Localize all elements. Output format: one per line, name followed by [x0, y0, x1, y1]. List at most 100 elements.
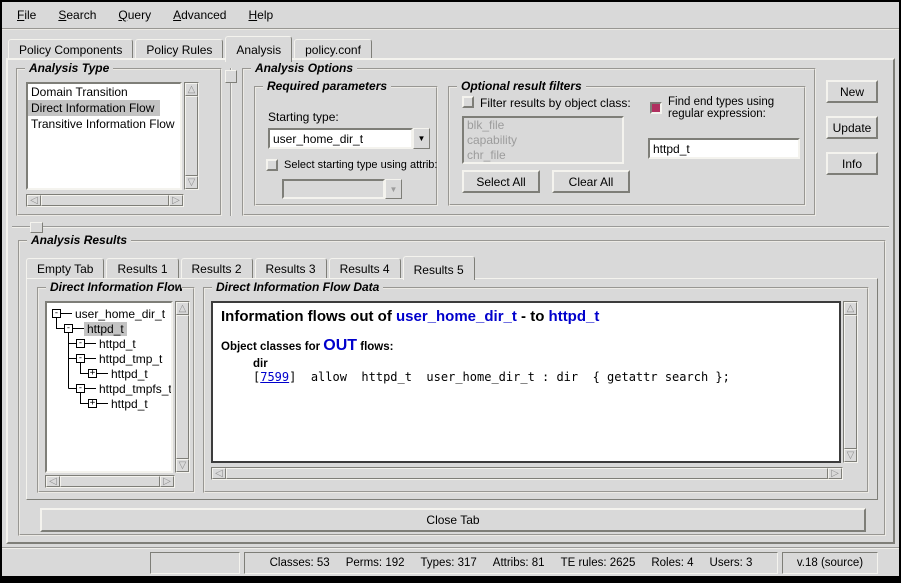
- object-class-checkbox[interactable]: [462, 96, 474, 108]
- collapse-icon[interactable]: -: [64, 324, 73, 333]
- regex-input[interactable]: [648, 138, 800, 159]
- list-item-selected[interactable]: Direct Information Flow: [28, 100, 160, 116]
- scroll-right-icon[interactable]: ▷: [169, 195, 183, 206]
- tree-node[interactable]: - httpd_t: [76, 336, 139, 351]
- vertical-sash-handle[interactable]: [225, 70, 237, 83]
- menu-advanced[interactable]: Advanced: [162, 3, 237, 27]
- select-all-button[interactable]: Select All: [462, 170, 540, 193]
- status-empty-box: [150, 552, 240, 574]
- scrollbar-thumb[interactable]: [226, 468, 828, 479]
- rule-number-link[interactable]: 7599: [260, 370, 289, 384]
- regex-checkbox[interactable]: [650, 102, 662, 114]
- starting-type-combobox[interactable]: ▼: [268, 128, 430, 149]
- scroll-left-icon[interactable]: ◁: [46, 476, 60, 487]
- analysis-type-group: Analysis Type Domain Transition Direct I…: [16, 68, 222, 216]
- scroll-left-icon[interactable]: ◁: [27, 195, 41, 206]
- scrollbar-thumb[interactable]: [60, 476, 160, 487]
- info-button[interactable]: Info: [826, 152, 878, 175]
- scroll-left-icon[interactable]: ◁: [212, 468, 226, 479]
- tab-policy-conf[interactable]: policy.conf: [294, 39, 372, 60]
- analysis-type-list[interactable]: Domain Transition Direct Information Flo…: [26, 82, 182, 190]
- required-parameters-group: Required parameters Starting type: ▼ Sel…: [254, 86, 438, 206]
- list-item[interactable]: Transitive Information Flow: [28, 116, 180, 132]
- close-tab-button[interactable]: Close Tab: [40, 508, 866, 532]
- scroll-down-icon[interactable]: ▽: [844, 449, 857, 462]
- vertical-sash[interactable]: [230, 68, 232, 216]
- scroll-up-icon[interactable]: △: [844, 302, 857, 315]
- flow-data-text[interactable]: Information flows out of user_home_dir_t…: [211, 301, 841, 463]
- status-version: v.18 (source): [782, 552, 878, 574]
- tree-vscrollbar[interactable]: △ ▽: [175, 301, 190, 473]
- scrollbar-thumb[interactable]: [185, 96, 198, 176]
- list-item[interactable]: Domain Transition: [28, 84, 180, 100]
- attrib-combobox[interactable]: ▼: [282, 179, 402, 199]
- out-direction: OUT: [323, 337, 357, 354]
- tree-node[interactable]: - httpd_tmp_t: [76, 351, 165, 366]
- tree-node-label[interactable]: httpd_tmp_t: [96, 352, 165, 366]
- starting-type-value[interactable]: [268, 128, 413, 149]
- attrib-combobox-value[interactable]: [282, 179, 385, 199]
- tree-hscrollbar[interactable]: ◁ ▷: [45, 475, 175, 488]
- stat-users: Users: 3: [710, 557, 753, 569]
- tree-node-label[interactable]: user_home_dir_t: [72, 307, 168, 321]
- tab-policy-rules[interactable]: Policy Rules: [135, 39, 223, 60]
- scrollbar-thumb[interactable]: [844, 315, 857, 449]
- chevron-down-icon[interactable]: ▼: [413, 128, 430, 149]
- tree-line: [73, 328, 84, 329]
- tree-node[interactable]: - httpd_tmpfs_t: [76, 381, 173, 396]
- horizontal-sash-handle[interactable]: [30, 222, 43, 233]
- flow-data-vscrollbar[interactable]: △ ▽: [843, 301, 858, 463]
- menu-help[interactable]: Help: [237, 3, 284, 27]
- analysis-type-vscrollbar[interactable]: △ ▽: [184, 82, 199, 190]
- update-button[interactable]: Update: [826, 116, 878, 139]
- object-class-checkbox-label: Filter results by object class:: [480, 96, 631, 110]
- tree-line: [85, 388, 96, 389]
- tree-node-label[interactable]: httpd_t: [108, 367, 151, 381]
- clear-all-button[interactable]: Clear All: [552, 170, 630, 193]
- scroll-right-icon[interactable]: ▷: [160, 476, 174, 487]
- expand-icon[interactable]: +: [88, 399, 97, 408]
- new-button[interactable]: New: [826, 80, 878, 103]
- scroll-down-icon[interactable]: ▽: [185, 176, 198, 189]
- collapse-icon[interactable]: -: [76, 354, 85, 363]
- tab-empty[interactable]: Empty Tab: [26, 258, 104, 278]
- attrib-checkbox[interactable]: [266, 159, 278, 171]
- scroll-up-icon[interactable]: △: [185, 83, 198, 96]
- tree-node[interactable]: + httpd_t: [88, 396, 151, 411]
- collapse-icon[interactable]: -: [76, 339, 85, 348]
- tab-results-2[interactable]: Results 2: [181, 258, 253, 278]
- chevron-down-icon[interactable]: ▼: [385, 179, 402, 199]
- menu-file[interactable]: File: [6, 3, 47, 27]
- tab-results-3[interactable]: Results 3: [255, 258, 327, 278]
- flow-tree[interactable]: - user_home_dir_t - httpd_t - htt: [45, 301, 173, 473]
- scroll-up-icon[interactable]: △: [176, 302, 189, 315]
- tree-node-label-selected[interactable]: httpd_t: [84, 322, 127, 336]
- expand-icon[interactable]: +: [88, 369, 97, 378]
- object-classes-heading: Object classes for OUT flows:: [221, 337, 831, 355]
- menu-query[interactable]: Query: [107, 3, 162, 27]
- tree-node[interactable]: - httpd_t: [64, 321, 127, 336]
- scroll-down-icon[interactable]: ▽: [176, 459, 189, 472]
- collapse-icon[interactable]: -: [76, 384, 85, 393]
- horizontal-sash[interactable]: [12, 226, 889, 228]
- tree-node[interactable]: + httpd_t: [88, 366, 151, 381]
- collapse-icon[interactable]: -: [52, 309, 61, 318]
- tree-node-label[interactable]: httpd_t: [96, 337, 139, 351]
- scrollbar-thumb[interactable]: [41, 195, 169, 206]
- list-item: blk_file: [464, 118, 622, 133]
- tab-results-5[interactable]: Results 5: [403, 256, 475, 280]
- tree-node[interactable]: - user_home_dir_t: [52, 306, 168, 321]
- tree-node-label[interactable]: httpd_tmpfs_t: [96, 382, 173, 396]
- tab-analysis[interactable]: Analysis: [225, 36, 292, 62]
- tab-policy-components[interactable]: Policy Components: [8, 39, 133, 60]
- analysis-type-hscrollbar[interactable]: ◁ ▷: [26, 194, 184, 207]
- scrollbar-thumb[interactable]: [176, 315, 189, 459]
- scroll-right-icon[interactable]: ▷: [828, 468, 842, 479]
- flow-data-hscrollbar[interactable]: ◁ ▷: [211, 467, 843, 480]
- tab-results-1[interactable]: Results 1: [106, 258, 178, 278]
- tree-node-label[interactable]: httpd_t: [108, 397, 151, 411]
- attrib-checkbox-label: Select starting type using attrib:: [284, 159, 437, 171]
- tab-results-4[interactable]: Results 4: [329, 258, 401, 278]
- menu-search[interactable]: Search: [47, 3, 107, 27]
- rule-line: [7599] allow httpd_t user_home_dir_t : d…: [253, 370, 831, 384]
